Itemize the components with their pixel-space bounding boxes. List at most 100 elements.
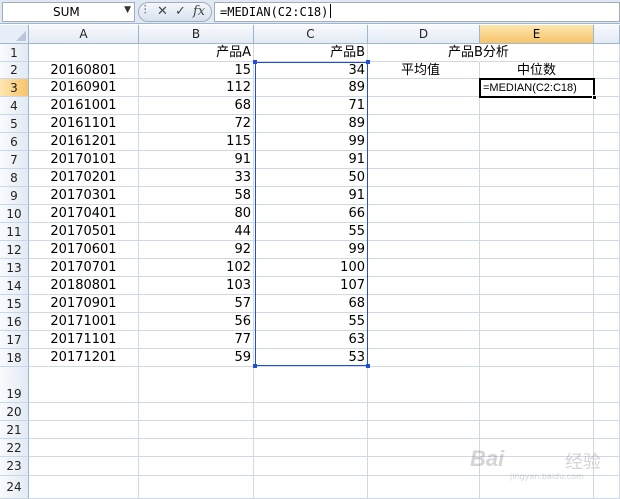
cell-d9[interactable] (368, 187, 480, 205)
cell-b5[interactable]: 72 (139, 115, 254, 133)
cell-f5[interactable] (594, 115, 620, 133)
cell-d1[interactable]: 产品B分析 (368, 44, 509, 62)
cell-e4[interactable] (480, 97, 594, 115)
cell-a18[interactable]: 20171201 (29, 349, 139, 367)
cell-d22[interactable] (368, 439, 480, 457)
row-header-6[interactable]: 6 (0, 133, 29, 151)
cell-a4[interactable]: 20161001 (29, 97, 139, 115)
cell-d10[interactable] (368, 205, 480, 223)
row-header-10[interactable]: 10 (0, 205, 29, 223)
column-header-c[interactable]: C (254, 25, 368, 44)
cell-c6[interactable]: 99 (254, 133, 368, 151)
cell-e9[interactable] (480, 187, 594, 205)
cell-b2[interactable]: 15 (139, 62, 254, 79)
cell-f7[interactable] (594, 151, 620, 169)
cell-f21[interactable] (594, 421, 620, 439)
cell-a5[interactable]: 20161101 (29, 115, 139, 133)
cell-b14[interactable]: 103 (139, 277, 254, 295)
row-header-23[interactable]: 23 (0, 457, 29, 476)
cell-d5[interactable] (368, 115, 480, 133)
cell-c23[interactable] (254, 457, 368, 476)
column-header-d[interactable]: D (368, 25, 480, 44)
cell-b21[interactable] (139, 421, 254, 439)
cell-f18[interactable] (594, 349, 620, 367)
cell-d12[interactable] (368, 241, 480, 259)
cell-b18[interactable]: 59 (139, 349, 254, 367)
cell-c7[interactable]: 91 (254, 151, 368, 169)
cell-f14[interactable] (594, 277, 620, 295)
cell-d17[interactable] (368, 331, 480, 349)
cell-a1[interactable] (29, 44, 139, 62)
cell-b13[interactable]: 102 (139, 259, 254, 277)
cell-c13[interactable]: 100 (254, 259, 368, 277)
row-header-4[interactable]: 4 (0, 97, 29, 115)
cell-a15[interactable]: 20170901 (29, 295, 139, 313)
cell-c19[interactable] (254, 367, 368, 403)
cell-c1[interactable]: 产品B (254, 44, 368, 62)
cell-b16[interactable]: 56 (139, 313, 254, 331)
cell-f4[interactable] (594, 97, 620, 115)
cell-d15[interactable] (368, 295, 480, 313)
cell-f8[interactable] (594, 169, 620, 187)
row-header-13[interactable]: 13 (0, 259, 29, 277)
row-header-14[interactable]: 14 (0, 277, 29, 295)
cell-c14[interactable]: 107 (254, 277, 368, 295)
row-header-24[interactable]: 24 (0, 476, 29, 499)
cell-e5[interactable] (480, 115, 594, 133)
cell-d18[interactable] (368, 349, 480, 367)
cell-c12[interactable]: 99 (254, 241, 368, 259)
cell-a8[interactable]: 20170201 (29, 169, 139, 187)
cell-e21[interactable] (480, 421, 594, 439)
cell-b7[interactable]: 91 (139, 151, 254, 169)
cell-c3[interactable]: 89 (254, 79, 368, 97)
cell-d8[interactable] (368, 169, 480, 187)
row-header-7[interactable]: 7 (0, 151, 29, 169)
column-header-f[interactable] (594, 25, 620, 44)
cell-f15[interactable] (594, 295, 620, 313)
cell-c17[interactable]: 63 (254, 331, 368, 349)
cell-e3[interactable]: =MEDIAN(C2:C18) (480, 79, 594, 97)
column-header-b[interactable]: B (139, 25, 254, 44)
row-header-19[interactable]: 19 (0, 367, 29, 403)
cell-a22[interactable] (29, 439, 139, 457)
cell-c22[interactable] (254, 439, 368, 457)
cell-e10[interactable] (480, 205, 594, 223)
cell-a12[interactable]: 20170601 (29, 241, 139, 259)
cell-a16[interactable]: 20171001 (29, 313, 139, 331)
cell-e12[interactable] (480, 241, 594, 259)
cell-e6[interactable] (480, 133, 594, 151)
row-header-21[interactable]: 21 (0, 421, 29, 439)
cell-c15[interactable]: 68 (254, 295, 368, 313)
cell-a20[interactable] (29, 403, 139, 421)
cell-a21[interactable] (29, 421, 139, 439)
cell-e1[interactable] (480, 44, 594, 62)
cell-a13[interactable]: 20170701 (29, 259, 139, 277)
cell-f17[interactable] (594, 331, 620, 349)
column-header-e[interactable]: E (480, 25, 594, 44)
cell-b12[interactable]: 92 (139, 241, 254, 259)
cell-f2[interactable] (594, 62, 620, 79)
row-header-3[interactable]: 3 (0, 79, 29, 97)
cell-d13[interactable] (368, 259, 480, 277)
cell-b8[interactable]: 33 (139, 169, 254, 187)
cell-c20[interactable] (254, 403, 368, 421)
cell-e18[interactable] (480, 349, 594, 367)
cell-e7[interactable] (480, 151, 594, 169)
cell-a3[interactable]: 20160901 (29, 79, 139, 97)
row-header-20[interactable]: 20 (0, 403, 29, 421)
select-all-button[interactable] (0, 25, 29, 44)
cell-b20[interactable] (139, 403, 254, 421)
cell-f6[interactable] (594, 133, 620, 151)
row-header-12[interactable]: 12 (0, 241, 29, 259)
cell-e20[interactable] (480, 403, 594, 421)
cell-c9[interactable]: 91 (254, 187, 368, 205)
cell-e17[interactable] (480, 331, 594, 349)
cell-f19[interactable] (594, 367, 620, 403)
cell-b24[interactable] (139, 476, 254, 499)
cell-e2[interactable]: 中位数 (480, 62, 594, 79)
cell-b6[interactable]: 115 (139, 133, 254, 151)
cell-b9[interactable]: 58 (139, 187, 254, 205)
cell-a14[interactable]: 20180801 (29, 277, 139, 295)
cell-b15[interactable]: 57 (139, 295, 254, 313)
cell-e19[interactable] (480, 367, 594, 403)
